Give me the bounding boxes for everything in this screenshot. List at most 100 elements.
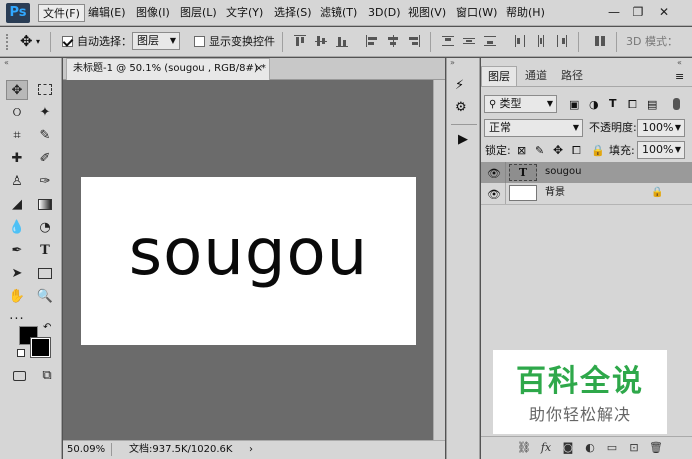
visibility-eye-icon[interactable]: 👁 — [487, 188, 501, 201]
document-canvas[interactable]: sougou — [81, 177, 416, 345]
move-tool-icon[interactable]: ✥ — [20, 33, 33, 49]
delete-layer-icon[interactable]: 🗑 — [649, 441, 663, 455]
layer-name[interactable]: sougou — [545, 165, 581, 179]
default-colors-icon[interactable] — [17, 349, 25, 357]
align-left-icon[interactable] — [366, 35, 378, 47]
distribute-top-icon[interactable] — [442, 35, 454, 47]
panel-menu-icon[interactable]: ≡ — [675, 70, 684, 83]
minimize-button[interactable]: — — [606, 4, 622, 20]
lock-transparent-icon[interactable]: ⊠ — [517, 144, 526, 157]
distribute-hcenter-icon[interactable] — [535, 35, 547, 47]
auto-select-dropdown[interactable]: 图层 ▼ — [132, 32, 180, 50]
hand-tool-icon[interactable]: ✋ — [6, 287, 28, 307]
layer-name[interactable]: 背景 — [545, 186, 565, 200]
filter-pixel-icon[interactable]: ▣ — [569, 98, 579, 111]
show-transform-checkbox[interactable] — [194, 36, 205, 47]
expand-icon[interactable]: » — [450, 58, 455, 67]
filter-type-icon[interactable]: T — [609, 97, 617, 110]
history-brush-tool-icon[interactable]: ✑ — [34, 172, 56, 192]
close-window-button[interactable]: ✕ — [656, 4, 672, 20]
blur-tool-icon[interactable]: 💧 — [6, 218, 28, 238]
menu-view[interactable]: 视图(V) — [404, 4, 450, 22]
opacity-input[interactable]: 100% ▼ — [637, 119, 685, 137]
add-mask-icon[interactable]: ◙ — [561, 441, 575, 455]
lasso-tool-icon[interactable]: ଠ — [6, 103, 28, 123]
marquee-tool-icon[interactable] — [34, 80, 56, 100]
path-selection-tool-icon[interactable]: ➤ — [6, 264, 28, 284]
menu-select[interactable]: 选择(S) — [270, 4, 316, 22]
swap-colors-icon[interactable]: ↶ — [43, 322, 51, 333]
collapse-icon[interactable]: « — [677, 58, 682, 67]
distribute-vcenter-icon[interactable] — [463, 35, 475, 47]
auto-align-icon[interactable] — [594, 35, 606, 47]
menu-3d[interactable]: 3D(D) — [364, 4, 405, 22]
clone-stamp-tool-icon[interactable]: ♙ — [6, 172, 28, 192]
distribute-left-icon[interactable] — [514, 35, 526, 47]
screen-mode-icon[interactable]: ⧉ — [36, 366, 58, 386]
vertical-scrollbar[interactable] — [433, 80, 445, 440]
restore-button[interactable]: ❐ — [630, 4, 646, 20]
visibility-eye-icon[interactable]: 👁 — [487, 167, 501, 180]
filter-toggle[interactable] — [673, 98, 680, 110]
align-hcenter-icon[interactable] — [387, 35, 399, 47]
new-group-icon[interactable]: ▭ — [605, 441, 619, 455]
align-right-icon[interactable] — [408, 35, 420, 47]
auto-select-checkbox[interactable] — [62, 36, 73, 47]
canvas-text-layer[interactable]: sougou — [81, 205, 416, 301]
distribute-bottom-icon[interactable] — [484, 35, 496, 47]
menu-file[interactable]: 文件(F) — [38, 4, 85, 22]
menu-help[interactable]: 帮助(H) — [502, 4, 549, 22]
background-color-swatch[interactable] — [30, 337, 51, 358]
layer-filter-dropdown[interactable]: ⚲ 类型 ▼ — [484, 95, 557, 113]
crop-tool-icon[interactable]: ⌗ — [6, 126, 28, 146]
filter-adjustment-icon[interactable]: ◑ — [589, 98, 599, 111]
tab-layers[interactable]: 图层 — [481, 66, 517, 86]
chevron-down-icon[interactable]: ▾ — [36, 37, 40, 46]
layer-row-sougou[interactable]: 👁 T sougou — [481, 162, 692, 183]
lock-artboard-icon[interactable]: ⧠ — [572, 144, 581, 158]
menu-filter[interactable]: 滤镜(T) — [316, 4, 361, 22]
history-panel-icon[interactable]: ⚡ — [455, 78, 464, 93]
pen-tool-icon[interactable]: ✒ — [6, 241, 28, 261]
blend-mode-dropdown[interactable]: 正常 ▼ — [484, 119, 583, 137]
menu-image[interactable]: 图像(I) — [132, 4, 174, 22]
distribute-right-icon[interactable] — [556, 35, 568, 47]
menu-type[interactable]: 文字(Y) — [222, 4, 267, 22]
zoom-level[interactable]: 50.09% — [67, 441, 105, 458]
layer-row-background[interactable]: 👁 背景 🔒 — [481, 183, 692, 204]
quick-mask-icon[interactable] — [8, 366, 30, 386]
close-tab-icon[interactable]: × — [255, 59, 263, 79]
gradient-tool-icon[interactable] — [34, 195, 56, 215]
properties-panel-icon[interactable]: ⚙ — [455, 100, 467, 115]
document-tab[interactable]: 未标题-1 @ 50.1% (sougou , RGB/8#) * × — [66, 58, 270, 80]
tab-channels[interactable]: 通道 — [519, 66, 553, 86]
dodge-tool-icon[interactable]: ◔ — [34, 218, 56, 238]
rectangle-tool-icon[interactable] — [34, 264, 56, 284]
layer-style-icon[interactable]: fx — [539, 441, 553, 455]
tab-paths[interactable]: 路径 — [555, 66, 589, 86]
align-vcenter-icon[interactable] — [315, 35, 327, 47]
status-menu-arrow[interactable]: › — [249, 441, 253, 458]
collapse-icon[interactable]: « — [4, 58, 9, 67]
link-layers-icon[interactable]: ⛓ — [517, 441, 531, 455]
healing-brush-tool-icon[interactable]: ✚ — [6, 149, 28, 169]
menu-window[interactable]: 窗口(W) — [452, 4, 501, 22]
filter-shape-icon[interactable]: ⧠ — [628, 98, 637, 112]
menu-edit[interactable]: 编辑(E) — [84, 4, 130, 22]
zoom-tool-icon[interactable]: 🔍 — [34, 287, 56, 307]
align-bottom-icon[interactable] — [336, 35, 348, 47]
filter-smart-object-icon[interactable]: ▤ — [647, 98, 657, 111]
menu-layer[interactable]: 图层(L) — [176, 4, 221, 22]
magic-wand-tool-icon[interactable]: ✦ — [34, 103, 56, 123]
lock-all-icon[interactable]: 🔒 — [591, 144, 605, 157]
lock-pixels-icon[interactable]: ✎ — [535, 144, 544, 157]
type-tool-icon[interactable]: T — [34, 241, 56, 261]
lock-position-icon[interactable]: ✥ — [553, 143, 563, 157]
eyedropper-tool-icon[interactable]: ✎ — [34, 126, 56, 146]
fill-input[interactable]: 100% ▼ — [637, 141, 685, 159]
new-layer-icon[interactable]: ⊡ — [627, 441, 641, 455]
eraser-tool-icon[interactable]: ◢ — [6, 195, 28, 215]
play-actions-icon[interactable]: ▶ — [458, 132, 468, 147]
brush-tool-icon[interactable]: ✐ — [34, 149, 56, 169]
adjustment-layer-icon[interactable]: ◐ — [583, 441, 597, 455]
